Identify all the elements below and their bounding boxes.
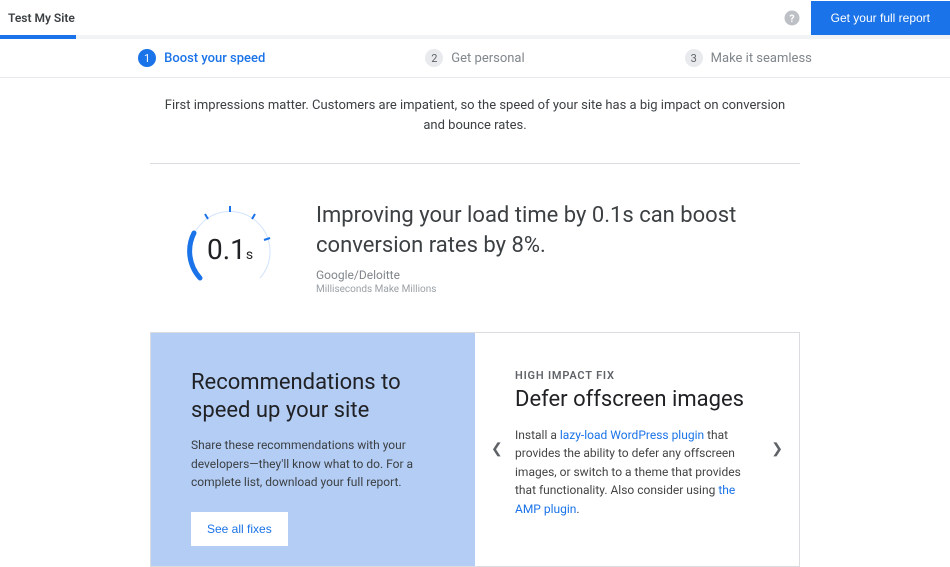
speed-gauge: 0.1s	[180, 198, 280, 298]
stat-row: 0.1s Improving your load time by 0.1s ca…	[0, 164, 950, 332]
stat-source: Google/Deloitte	[316, 268, 800, 282]
recommendations-title: Recommendations to speed up your site	[191, 369, 435, 424]
tab-make-seamless[interactable]: 3 Make it seamless	[685, 49, 812, 67]
intro-text: First impressions matter. Customers are …	[0, 78, 950, 163]
progress-fill	[0, 35, 76, 39]
gauge-value: 0.1s	[207, 233, 253, 266]
chevron-left-icon[interactable]: ❮	[485, 435, 509, 463]
tab-label: Get personal	[451, 51, 524, 66]
tab-boost-speed[interactable]: 1 Boost your speed	[138, 49, 265, 67]
step-tabs: 1 Boost your speed 2 Get personal 3 Make…	[0, 39, 950, 78]
progress-bar	[0, 35, 950, 39]
recommendation-cards: Recommendations to speed up your site Sh…	[150, 332, 800, 567]
stat-text: Improving your load time by 0.1s can boo…	[316, 201, 800, 295]
fix-body: Install a lazy-load WordPress plugin tha…	[515, 426, 759, 519]
lazy-load-link[interactable]: lazy-load WordPress plugin	[560, 428, 704, 442]
app-header: Test My Site ? Get your full report	[0, 0, 950, 36]
stat-study: Milliseconds Make Millions	[316, 284, 800, 295]
gauge-unit: s	[246, 247, 253, 263]
tab-get-personal[interactable]: 2 Get personal	[425, 49, 524, 67]
fix-overline: HIGH IMPACT FIX	[515, 369, 759, 382]
recommendations-card: Recommendations to speed up your site Sh…	[151, 333, 475, 566]
tab-number: 1	[138, 49, 156, 67]
tab-label: Boost your speed	[164, 51, 265, 66]
svg-text:?: ?	[789, 11, 794, 24]
tab-label: Make it seamless	[711, 51, 812, 66]
see-all-fixes-button[interactable]: See all fixes	[191, 512, 288, 546]
header-actions: ? Get your full report	[783, 1, 950, 35]
get-report-button[interactable]: Get your full report	[811, 1, 950, 35]
chevron-right-icon[interactable]: ❯	[765, 435, 789, 463]
gauge-number: 0.1	[207, 233, 246, 266]
help-icon[interactable]: ?	[783, 9, 801, 27]
app-title: Test My Site	[8, 11, 75, 25]
recommendations-body: Share these recommendations with your de…	[191, 436, 435, 492]
stat-headline: Improving your load time by 0.1s can boo…	[316, 201, 800, 260]
fix-title: Defer offscreen images	[515, 386, 759, 414]
tab-number: 3	[685, 49, 703, 67]
tab-number: 2	[425, 49, 443, 67]
fix-card: ❮ ❯ HIGH IMPACT FIX Defer offscreen imag…	[475, 333, 799, 566]
